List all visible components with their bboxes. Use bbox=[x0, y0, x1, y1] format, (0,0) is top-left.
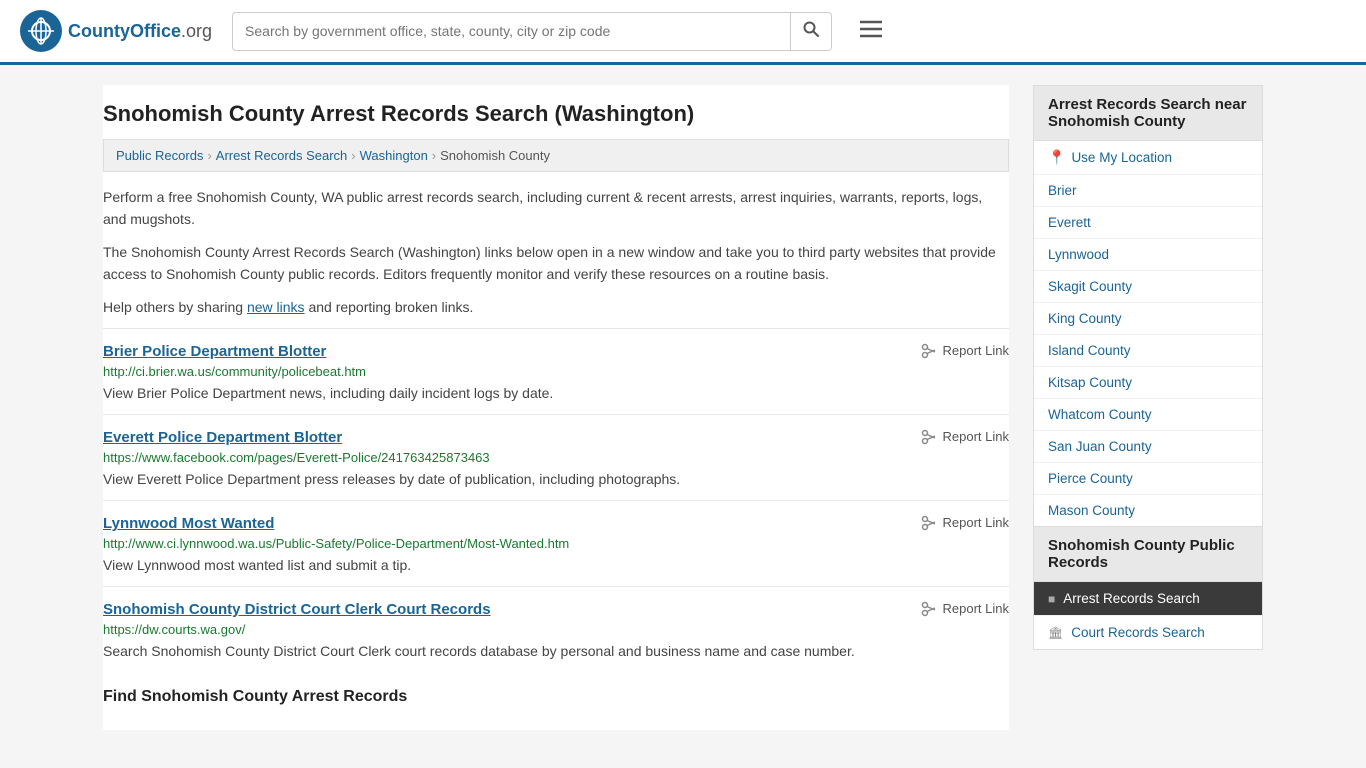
breadcrumb-public-records[interactable]: Public Records bbox=[116, 148, 203, 163]
description-p1: Perform a free Snohomish County, WA publ… bbox=[103, 186, 1009, 231]
public-records-title: Snohomish County Public Records bbox=[1034, 526, 1262, 582]
sidebar-nearby-skagit[interactable]: Skagit County bbox=[1034, 271, 1262, 303]
nearby-list: 📍 Use My Location Brier Everett Lynnwood… bbox=[1034, 141, 1262, 526]
sidebar-link-kitsap[interactable]: Kitsap County bbox=[1034, 367, 1262, 398]
menu-button[interactable] bbox=[852, 14, 890, 48]
logo[interactable]: CountyOffice.org bbox=[20, 10, 212, 52]
search-button[interactable] bbox=[790, 13, 831, 50]
breadcrumb: Public Records › Arrest Records Search ›… bbox=[103, 139, 1009, 172]
sidebar-link-brier[interactable]: Brier bbox=[1034, 175, 1262, 206]
active-item-icon: ■ bbox=[1048, 592, 1055, 606]
scissors-icon-2 bbox=[921, 515, 937, 531]
breadcrumb-sep-3: › bbox=[432, 148, 436, 163]
scissors-icon-1 bbox=[921, 429, 937, 445]
use-location-link[interactable]: 📍 Use My Location bbox=[1034, 141, 1262, 174]
search-icon bbox=[803, 21, 819, 37]
sidebar-nearby-pierce[interactable]: Pierce County bbox=[1034, 463, 1262, 495]
sidebar-link-pierce[interactable]: Pierce County bbox=[1034, 463, 1262, 494]
sidebar-link-mason[interactable]: Mason County bbox=[1034, 495, 1262, 526]
find-section-heading: Find Snohomish County Arrest Records bbox=[103, 672, 1009, 710]
result-entry-3: Snohomish County District Court Clerk Co… bbox=[103, 586, 1009, 672]
sidebar-nearby-island[interactable]: Island County bbox=[1034, 335, 1262, 367]
sidebar-nearby-mason[interactable]: Mason County bbox=[1034, 495, 1262, 526]
logo-text: CountyOffice.org bbox=[68, 21, 212, 42]
sidebar-link-skagit[interactable]: Skagit County bbox=[1034, 271, 1262, 302]
sidebar-court-records[interactable]: 🏛 Court Records Search bbox=[1034, 615, 1262, 649]
sidebar-link-everett[interactable]: Everett bbox=[1034, 207, 1262, 238]
breadcrumb-sep-1: › bbox=[207, 148, 211, 163]
results-list: Brier Police Department Blotter Report L… bbox=[103, 328, 1009, 672]
result-url-1[interactable]: https://www.facebook.com/pages/Everett-P… bbox=[103, 450, 1009, 465]
main-container: Snohomish County Arrest Records Search (… bbox=[83, 65, 1283, 750]
sidebar-use-location[interactable]: 📍 Use My Location bbox=[1034, 141, 1262, 175]
result-desc-1: View Everett Police Department press rel… bbox=[103, 469, 1009, 490]
description-p2: The Snohomish County Arrest Records Sear… bbox=[103, 241, 1009, 286]
sidebar-active-arrest-records[interactable]: ■ Arrest Records Search bbox=[1034, 582, 1262, 615]
sidebar-link-king[interactable]: King County bbox=[1034, 303, 1262, 334]
result-desc-2: View Lynnwood most wanted list and submi… bbox=[103, 555, 1009, 576]
breadcrumb-sep-2: › bbox=[351, 148, 355, 163]
result-url-3[interactable]: https://dw.courts.wa.gov/ bbox=[103, 622, 1009, 637]
sidebar-nearby-everett[interactable]: Everett bbox=[1034, 207, 1262, 239]
inactive-item-icon: 🏛 bbox=[1048, 626, 1063, 640]
report-link-btn-2[interactable]: Report Link bbox=[921, 515, 1009, 531]
inactive-item-label: Court Records Search bbox=[1071, 625, 1205, 640]
scissors-icon-0 bbox=[921, 343, 937, 359]
header: CountyOffice.org bbox=[0, 0, 1366, 65]
content-area: Snohomish County Arrest Records Search (… bbox=[103, 85, 1009, 730]
breadcrumb-current: Snohomish County bbox=[440, 148, 550, 163]
result-desc-0: View Brier Police Department news, inclu… bbox=[103, 383, 1009, 404]
location-icon: 📍 bbox=[1048, 149, 1065, 166]
description-area: Perform a free Snohomish County, WA publ… bbox=[103, 172, 1009, 318]
breadcrumb-arrest-records[interactable]: Arrest Records Search bbox=[216, 148, 348, 163]
sidebar-nearby-king[interactable]: King County bbox=[1034, 303, 1262, 335]
search-input[interactable] bbox=[233, 15, 790, 47]
result-entry-1: Everett Police Department Blotter Report… bbox=[103, 414, 1009, 500]
breadcrumb-washington[interactable]: Washington bbox=[360, 148, 428, 163]
nearby-box: Arrest Records Search near Snohomish Cou… bbox=[1033, 85, 1263, 650]
sidebar-link-island[interactable]: Island County bbox=[1034, 335, 1262, 366]
result-url-0[interactable]: http://ci.brier.wa.us/community/policebe… bbox=[103, 364, 1009, 379]
sidebar: Arrest Records Search near Snohomish Cou… bbox=[1033, 85, 1263, 730]
sidebar-link-sanjuan[interactable]: San Juan County bbox=[1034, 431, 1262, 462]
report-link-btn-1[interactable]: Report Link bbox=[921, 429, 1009, 445]
sidebar-nearby-sanjuan[interactable]: San Juan County bbox=[1034, 431, 1262, 463]
result-title-0[interactable]: Brier Police Department Blotter bbox=[103, 343, 326, 360]
result-title-2[interactable]: Lynnwood Most Wanted bbox=[103, 515, 274, 532]
result-desc-3: Search Snohomish County District Court C… bbox=[103, 641, 1009, 662]
result-url-2[interactable]: http://www.ci.lynnwood.wa.us/Public-Safe… bbox=[103, 536, 1009, 551]
description-p3: Help others by sharing new links and rep… bbox=[103, 296, 1009, 318]
sidebar-nearby-whatcom[interactable]: Whatcom County bbox=[1034, 399, 1262, 431]
nearby-title: Arrest Records Search near Snohomish Cou… bbox=[1034, 86, 1262, 141]
result-title-3[interactable]: Snohomish County District Court Clerk Co… bbox=[103, 601, 491, 618]
sidebar-nearby-brier[interactable]: Brier bbox=[1034, 175, 1262, 207]
sidebar-link-whatcom[interactable]: Whatcom County bbox=[1034, 399, 1262, 430]
sidebar-nearby-kitsap[interactable]: Kitsap County bbox=[1034, 367, 1262, 399]
sidebar-nearby-lynnwood[interactable]: Lynnwood bbox=[1034, 239, 1262, 271]
report-link-btn-0[interactable]: Report Link bbox=[921, 343, 1009, 359]
result-entry-2: Lynnwood Most Wanted Report Link http://… bbox=[103, 500, 1009, 586]
logo-icon bbox=[20, 10, 62, 52]
search-bar bbox=[232, 12, 832, 51]
active-item-label: Arrest Records Search bbox=[1063, 591, 1200, 606]
result-entry-0: Brier Police Department Blotter Report L… bbox=[103, 328, 1009, 414]
report-link-btn-3[interactable]: Report Link bbox=[921, 601, 1009, 617]
new-links-link[interactable]: new links bbox=[247, 299, 305, 315]
hamburger-icon bbox=[860, 20, 882, 38]
page-title: Snohomish County Arrest Records Search (… bbox=[103, 85, 1009, 139]
result-title-1[interactable]: Everett Police Department Blotter bbox=[103, 429, 342, 446]
scissors-icon-3 bbox=[921, 601, 937, 617]
sidebar-link-lynnwood[interactable]: Lynnwood bbox=[1034, 239, 1262, 270]
